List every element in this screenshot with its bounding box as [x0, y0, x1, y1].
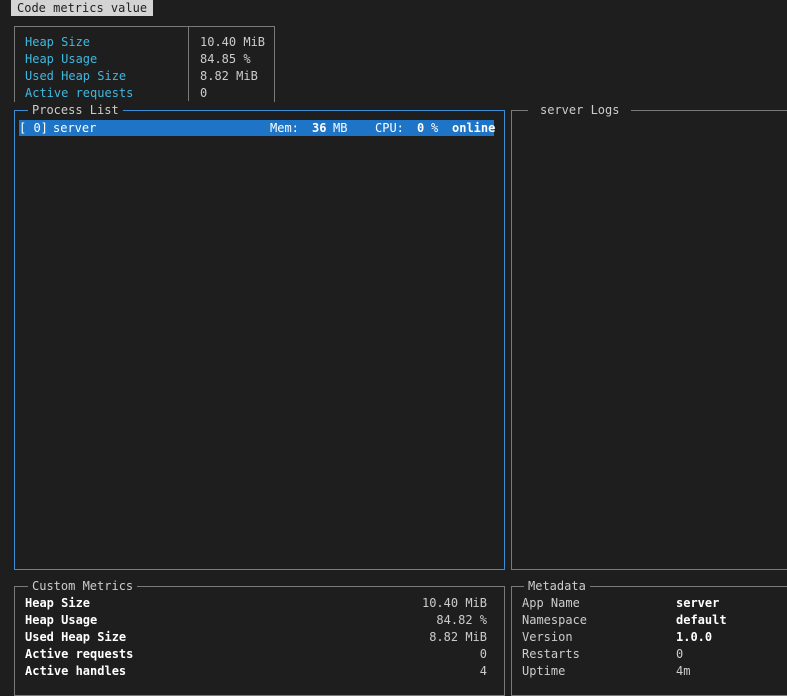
custom-metric-value: 8.82 MiB	[429, 630, 487, 644]
process-cpu-value: 0	[417, 121, 425, 135]
process-cpu-label: CPU:	[375, 121, 404, 135]
process-list-panel[interactable]	[14, 110, 505, 570]
metric-value: 8.82 MiB	[200, 69, 258, 83]
custom-metric-key: Heap Size	[25, 596, 91, 610]
metadata-value: server	[676, 596, 720, 610]
metadata-value: 0	[676, 647, 684, 661]
process-mem-label: Mem:	[270, 121, 299, 135]
metric-key: Heap Size	[25, 35, 91, 49]
process-status: online	[452, 121, 496, 135]
server-logs-panel[interactable]	[511, 110, 787, 570]
metadata-title: Metadata	[524, 579, 590, 593]
process-mem-unit: MB	[333, 121, 348, 135]
process-cpu-unit: %	[431, 121, 439, 135]
header-tab: Code metrics value	[11, 0, 154, 16]
metadata-key: Restarts	[522, 647, 580, 661]
custom-metric-key: Active requests	[25, 647, 134, 661]
metric-value: 10.40 MiB	[200, 35, 266, 49]
metadata-key: Namespace	[522, 613, 588, 627]
metric-value: 84.85 %	[200, 52, 251, 66]
metric-key: Heap Usage	[25, 52, 98, 66]
metadata-value: 1.0.0	[676, 630, 713, 644]
process-name: server	[53, 121, 97, 135]
metadata-value: 4m	[676, 664, 691, 678]
custom-metric-value: 0	[479, 647, 487, 661]
server-logs-title: server Logs	[528, 103, 632, 117]
custom-metrics-list: Heap Size 10.40 MiB Heap Usage 84.82 % U…	[0, 596, 505, 682]
custom-metric-value: 84.82 %	[436, 613, 487, 627]
custom-metric-value: 4	[479, 664, 487, 678]
process-list-title: Process List	[28, 103, 123, 117]
metric-key: Active requests	[25, 86, 134, 100]
metadata-key: Uptime	[522, 664, 566, 678]
metadata-key: App Name	[522, 596, 580, 610]
metadata-key: Version	[522, 630, 573, 644]
custom-metric-value: 10.40 MiB	[421, 596, 487, 610]
metadata-list: App Name server Namespace default Versio…	[511, 596, 787, 682]
process-mem-value: 36	[312, 121, 327, 135]
custom-metric-key: Active handles	[25, 664, 127, 678]
process-id: [ 0]	[19, 121, 48, 135]
metadata-value: default	[676, 613, 727, 627]
custom-metric-key: Heap Usage	[25, 613, 98, 627]
custom-metrics-title: Custom Metrics	[28, 579, 138, 593]
metric-value: 0	[200, 86, 208, 100]
custom-metric-key: Used Heap Size	[25, 630, 127, 644]
metric-key: Used Heap Size	[25, 69, 127, 83]
process-row[interactable]: [ 0] server Mem: 36 MB CPU: 0 % online	[19, 120, 496, 136]
top-metrics-rows: Heap Size 10.40 MiB Heap Usage 84.85 % U…	[0, 34, 300, 102]
